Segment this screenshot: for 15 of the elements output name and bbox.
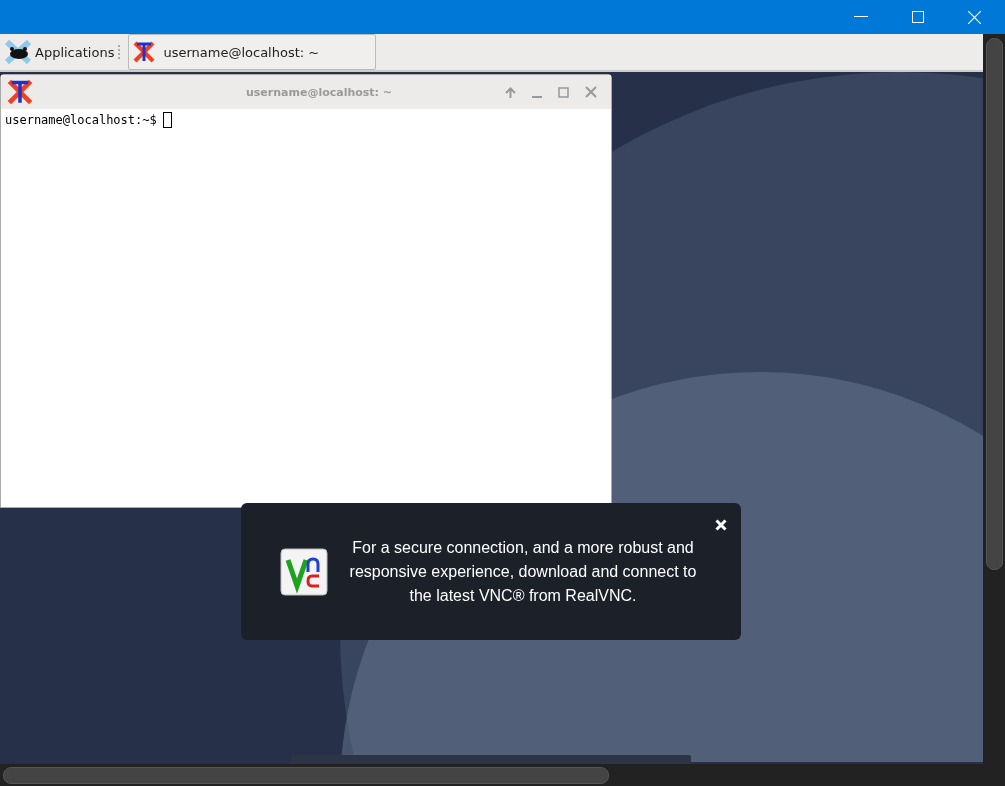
minimize-icon[interactable] xyxy=(854,16,868,18)
taskbar-button[interactable]: username@localhost: ~ xyxy=(128,34,377,70)
text-cursor xyxy=(162,112,172,128)
window-title: username@localhost: ~ xyxy=(244,85,394,99)
terminal-prompt: username@localhost:~$ xyxy=(5,113,157,127)
scrollbar-thumb[interactable] xyxy=(985,38,1003,570)
applications-menu-button[interactable]: Applications xyxy=(4,39,115,65)
x-logo-icon xyxy=(133,41,156,63)
arrow-up-icon[interactable] xyxy=(505,86,516,98)
mouse-logo-icon xyxy=(4,39,32,65)
x-logo-icon xyxy=(7,78,33,106)
notification-message: For a secure connection, and a more robust and responsive experience, download and connect to the latest VNC® from RealVNC. xyxy=(348,537,698,606)
app-logo-icon xyxy=(280,547,328,596)
scrollbar-thumb[interactable] xyxy=(3,766,609,784)
maximize-icon[interactable] xyxy=(558,86,569,98)
